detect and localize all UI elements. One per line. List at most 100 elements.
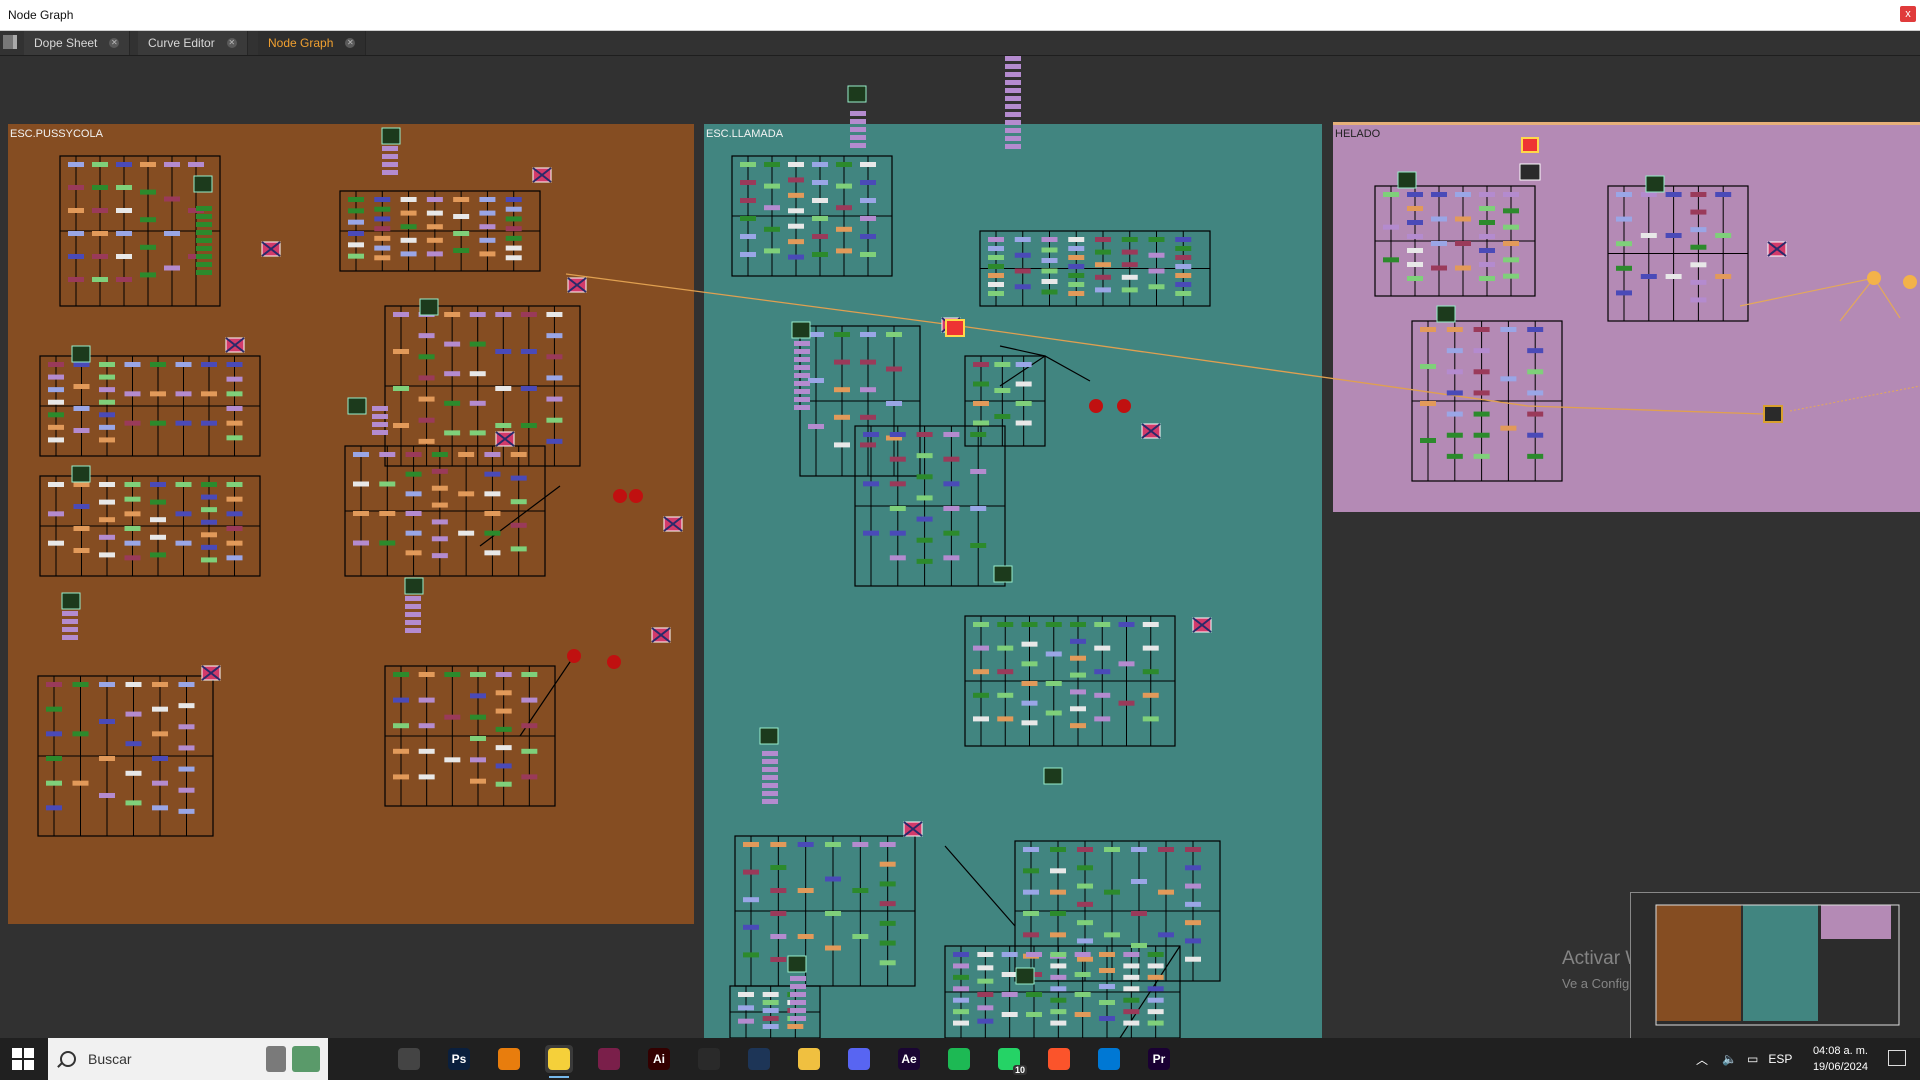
node[interactable] [469,341,486,347]
whatsapp-icon[interactable]: 10 [995,1045,1027,1075]
node[interactable] [484,511,501,516]
node[interactable] [1070,655,1086,661]
show-hidden-icons-icon[interactable]: ︿ [1696,1051,1708,1068]
node[interactable] [201,391,217,397]
node[interactable] [379,481,396,487]
node[interactable] [521,672,538,677]
node[interactable] [1431,265,1447,271]
node[interactable] [834,359,850,365]
node[interactable] [164,265,180,271]
node[interactable] [1407,192,1423,197]
node[interactable] [790,976,806,981]
node[interactable] [521,774,538,780]
node[interactable] [196,262,212,267]
node[interactable] [860,387,876,393]
node[interactable] [348,208,364,214]
node[interactable] [453,248,470,253]
node[interactable] [1446,327,1463,332]
node[interactable] [1026,952,1042,957]
node[interactable] [152,731,168,737]
node[interactable] [1050,963,1067,969]
node[interactable] [469,312,486,317]
node[interactable] [1005,136,1021,141]
read-node-thumbnail[interactable] [347,397,367,415]
dot-node[interactable] [567,649,581,663]
node[interactable] [521,723,538,729]
node[interactable] [764,162,780,167]
node[interactable] [150,499,166,505]
node[interactable] [196,270,212,275]
node[interactable] [770,888,787,893]
write-node[interactable] [1763,405,1783,423]
node[interactable] [1068,237,1085,242]
node[interactable] [1077,865,1093,871]
node[interactable] [1185,938,1201,944]
node[interactable] [787,1024,804,1029]
node[interactable] [850,111,866,116]
nuke-icon[interactable] [545,1045,573,1078]
node[interactable] [1158,847,1174,852]
node[interactable] [1077,883,1093,889]
node[interactable] [1123,997,1140,1003]
node[interactable] [393,723,409,729]
node[interactable] [860,414,876,420]
node[interactable] [418,697,435,703]
node[interactable] [520,349,537,354]
node[interactable] [188,162,204,167]
node[interactable] [1455,241,1471,246]
dot-node[interactable] [1117,399,1131,413]
node[interactable] [1175,282,1192,287]
node[interactable] [196,206,212,211]
node[interactable] [150,362,166,367]
node[interactable] [495,745,512,751]
node[interactable] [1420,364,1436,369]
node[interactable] [431,468,448,474]
node[interactable] [48,399,64,405]
node[interactable] [46,805,62,811]
node[interactable] [226,540,243,546]
node[interactable] [546,312,563,317]
node[interactable] [1104,847,1120,852]
task-view-icon[interactable] [345,1045,373,1073]
node[interactable] [740,162,756,167]
node[interactable] [889,481,906,487]
node[interactable] [1123,986,1140,992]
read-node-thumbnail[interactable] [404,577,424,595]
node[interactable] [68,185,84,190]
node[interactable] [372,430,388,435]
node[interactable] [495,781,512,787]
node[interactable] [400,210,417,216]
node[interactable] [1050,974,1067,980]
node[interactable] [48,412,64,418]
node[interactable] [546,396,563,402]
node[interactable] [988,282,1004,287]
node[interactable] [1142,622,1159,627]
node[interactable] [953,997,969,1003]
node[interactable] [1407,262,1423,267]
node[interactable] [1005,64,1021,69]
node[interactable] [1068,264,1085,269]
node[interactable] [1407,220,1423,225]
node[interactable] [1690,262,1707,268]
node[interactable] [1045,710,1062,716]
node[interactable] [116,162,132,167]
node[interactable] [418,774,435,780]
node[interactable] [1527,453,1544,459]
dot-node[interactable] [1089,399,1103,413]
node[interactable] [405,550,422,556]
node[interactable] [1446,411,1463,417]
node[interactable] [916,558,933,564]
taskbar-search[interactable]: Buscar [48,1038,328,1080]
node[interactable] [405,628,421,633]
node[interactable] [495,349,512,354]
node[interactable] [1099,1016,1115,1021]
tab-node-graph[interactable]: Node Graph ✕ [258,31,367,55]
node[interactable] [99,424,115,430]
node[interactable] [1015,420,1032,426]
color-swatch-node[interactable] [945,319,965,337]
node[interactable] [1099,984,1115,989]
node[interactable] [762,1024,779,1029]
node[interactable] [1015,381,1032,387]
node[interactable] [1473,453,1490,459]
graph-navigator-minimap[interactable] [1630,892,1920,1040]
